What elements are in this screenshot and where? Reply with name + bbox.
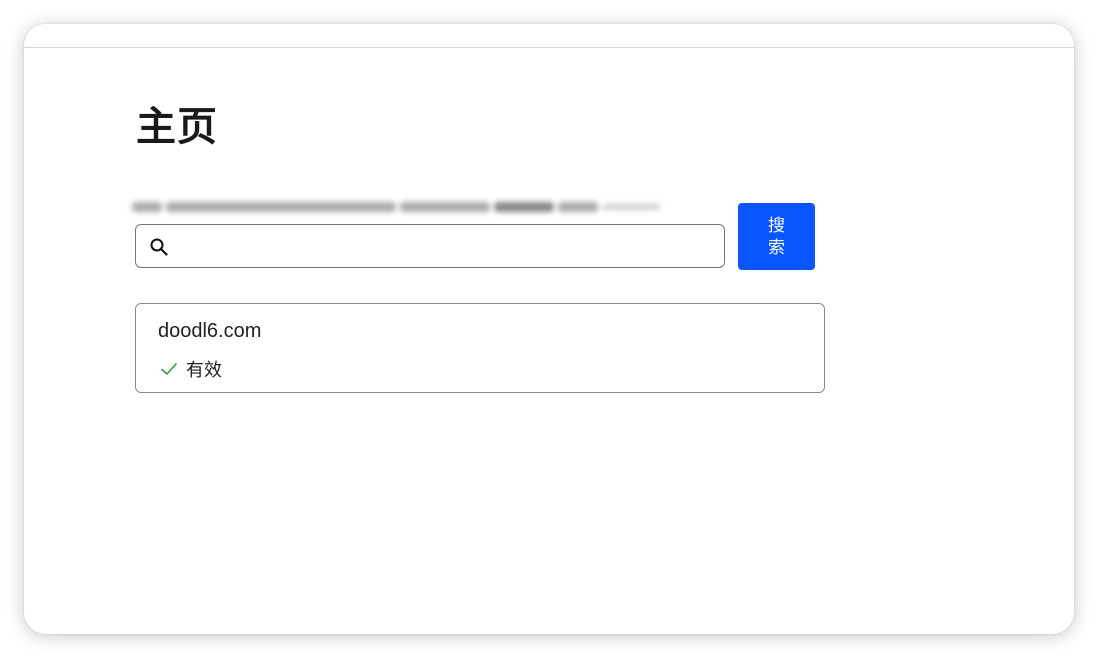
search-button-label: 搜索 <box>768 215 785 258</box>
status-row: 有效 <box>160 356 222 382</box>
search-input[interactable] <box>180 231 719 263</box>
check-icon <box>161 363 177 375</box>
app-window: 主页 搜索 doodl6.com 有效 <box>24 24 1074 634</box>
search-button[interactable]: 搜索 <box>738 203 815 270</box>
window-top-bar <box>24 24 1074 48</box>
result-card[interactable]: doodl6.com 有效 <box>135 303 825 393</box>
search-icon <box>150 238 168 256</box>
page-title: 主页 <box>136 104 218 150</box>
status-text: 有效 <box>186 360 222 381</box>
search-field[interactable] <box>135 224 725 268</box>
redacted-label <box>132 194 660 220</box>
result-domain: doodl6.com <box>158 320 262 342</box>
